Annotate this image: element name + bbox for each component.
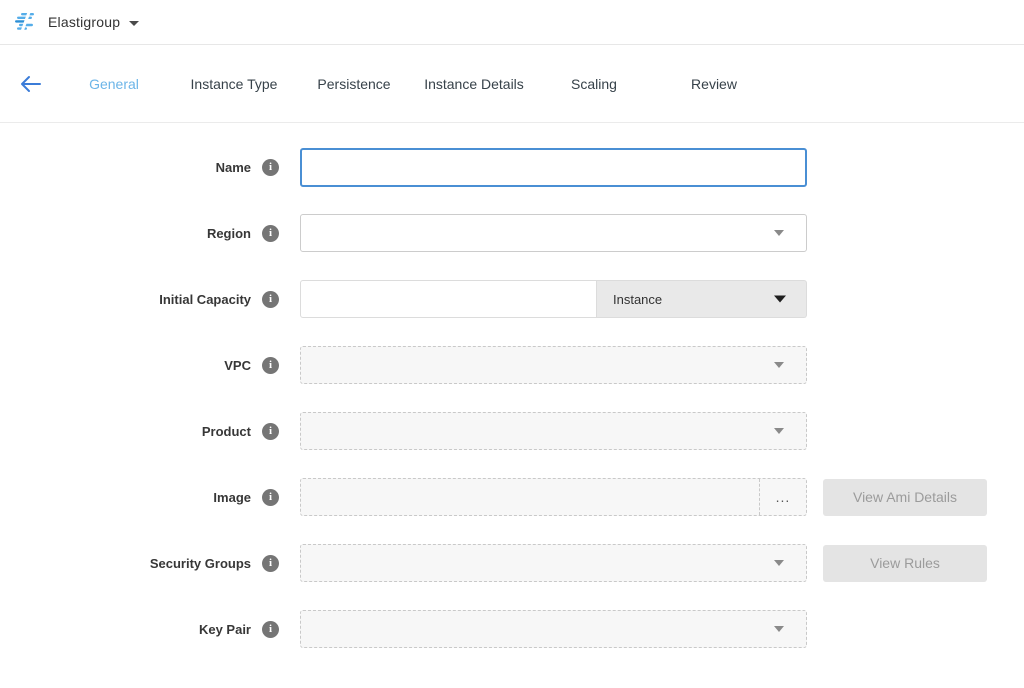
view-ami-details-button[interactable]: View Ami Details xyxy=(823,479,987,516)
image-input[interactable]: ... xyxy=(300,478,807,516)
app-switcher[interactable]: Elastigroup xyxy=(48,14,139,30)
info-icon[interactable]: i xyxy=(262,225,279,242)
key-pair-label: Key Pair xyxy=(199,622,251,637)
vpc-field-row: VPC i xyxy=(0,346,1024,384)
product-label: Product xyxy=(202,424,251,439)
info-icon[interactable]: i xyxy=(262,423,279,440)
key-pair-field-row: Key Pair i xyxy=(0,610,1024,648)
browse-ellipsis-button[interactable]: ... xyxy=(759,479,806,515)
image-value xyxy=(301,479,759,515)
capacity-unit-value: Instance xyxy=(613,292,662,307)
name-input[interactable] xyxy=(300,148,807,187)
security-groups-field-row: Security Groups i View Rules xyxy=(0,544,1024,582)
security-groups-label: Security Groups xyxy=(150,556,251,571)
initial-capacity-input[interactable] xyxy=(300,280,597,318)
info-icon[interactable]: i xyxy=(262,291,279,308)
initial-capacity-label: Initial Capacity xyxy=(159,292,251,307)
app-name: Elastigroup xyxy=(48,14,120,30)
general-settings-form: Name i Region i Initial Capacity i Insta… xyxy=(0,123,1024,648)
region-select[interactable] xyxy=(300,214,807,252)
chevron-down-icon xyxy=(774,626,784,632)
product-select[interactable] xyxy=(300,412,807,450)
name-field-row: Name i xyxy=(0,148,1024,186)
key-pair-select[interactable] xyxy=(300,610,807,648)
tab-general[interactable]: General xyxy=(54,76,174,92)
chevron-down-icon xyxy=(774,362,784,368)
elastigroup-logo-icon xyxy=(14,12,38,32)
tab-instance-type[interactable]: Instance Type xyxy=(174,76,294,92)
name-label: Name xyxy=(216,160,251,175)
region-field-row: Region i xyxy=(0,214,1024,252)
tab-review[interactable]: Review xyxy=(654,76,774,92)
info-icon[interactable]: i xyxy=(262,621,279,638)
chevron-down-icon xyxy=(774,560,784,566)
info-icon[interactable]: i xyxy=(262,555,279,572)
back-arrow-icon[interactable] xyxy=(20,75,41,92)
info-icon[interactable]: i xyxy=(262,159,279,176)
view-rules-button[interactable]: View Rules xyxy=(823,545,987,582)
vpc-select[interactable] xyxy=(300,346,807,384)
capacity-unit-select[interactable]: Instance xyxy=(597,280,807,318)
wizard-tabs: General Instance Type Persistence Instan… xyxy=(54,76,774,92)
image-field-row: Image i ... View Ami Details xyxy=(0,478,1024,516)
tab-instance-details[interactable]: Instance Details xyxy=(414,76,534,92)
security-groups-select[interactable] xyxy=(300,544,807,582)
region-label: Region xyxy=(207,226,251,241)
chevron-down-icon xyxy=(774,428,784,434)
chevron-down-icon xyxy=(774,296,786,303)
info-icon[interactable]: i xyxy=(262,357,279,374)
vpc-label: VPC xyxy=(224,358,251,373)
tab-scaling[interactable]: Scaling xyxy=(534,76,654,92)
chevron-down-icon xyxy=(774,230,784,236)
product-field-row: Product i xyxy=(0,412,1024,450)
wizard-tab-bar: General Instance Type Persistence Instan… xyxy=(0,45,1024,123)
info-icon[interactable]: i xyxy=(262,489,279,506)
tab-persistence[interactable]: Persistence xyxy=(294,76,414,92)
image-label: Image xyxy=(213,490,251,505)
chevron-down-icon xyxy=(129,21,139,26)
initial-capacity-field-row: Initial Capacity i Instance xyxy=(0,280,1024,318)
top-app-bar: Elastigroup xyxy=(0,0,1024,45)
